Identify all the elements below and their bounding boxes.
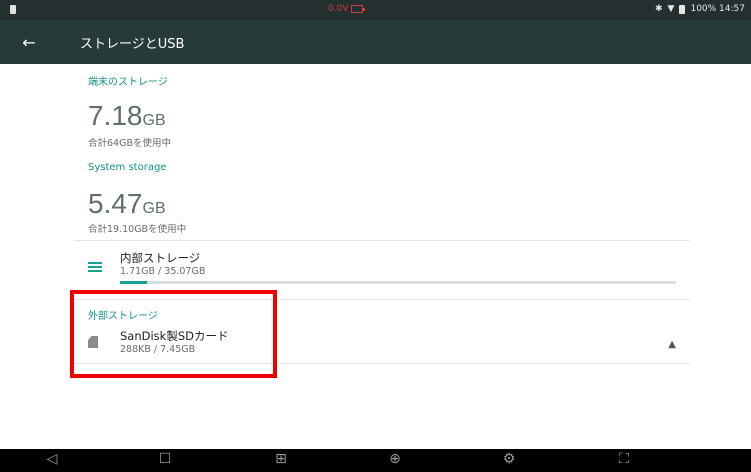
divider: [74, 363, 690, 364]
sd-card-row[interactable]: SanDisk製SDカード 288KB / 7.45GB ▲: [74, 321, 690, 363]
system-storage-caption: 合計19.10GBを使用中: [88, 224, 187, 235]
sim-icon: [10, 5, 16, 14]
app-toolbar: ← ストレージとUSB: [0, 20, 751, 64]
back-arrow-icon[interactable]: ←: [0, 20, 58, 64]
battery-time-text: 100% 14:57: [690, 4, 745, 14]
system-storage-used: 5.47GB: [88, 188, 166, 220]
external-storage-header: 外部ストレージ: [88, 311, 158, 322]
eject-icon[interactable]: ▲: [668, 339, 676, 350]
device-storage-used: 7.18GB: [88, 100, 166, 132]
nav-home-icon[interactable]: ☐: [153, 451, 177, 467]
nav-browser-icon[interactable]: ⊕: [383, 451, 407, 467]
nav-back-icon[interactable]: ◁: [40, 451, 64, 467]
internal-storage-usage: 1.71GB / 35.07GB: [120, 266, 206, 277]
storage-list-icon: [88, 262, 102, 273]
nav-apps-icon[interactable]: ⊞: [269, 451, 293, 467]
device-storage-unit: GB: [142, 112, 166, 129]
sd-card-icon: [88, 336, 98, 348]
wifi-icon: ▼: [667, 4, 675, 14]
bluetooth-icon: ✱: [655, 4, 663, 14]
internal-storage-progress-fill: [120, 281, 148, 284]
divider: [74, 299, 690, 300]
internal-storage-title: 内部ストレージ: [120, 251, 201, 265]
battery-icon: [679, 4, 686, 14]
device-storage-header: 端末のストレージ: [88, 77, 168, 88]
voltage-indicator: 0.0V: [328, 4, 366, 14]
voltage-text: 0.0V: [328, 4, 349, 14]
sd-card-title: SanDisk製SDカード: [120, 329, 229, 343]
car-battery-icon: [351, 5, 366, 13]
storage-content: 端末のストレージ 7.18GB 合計64GBを使用中 System storag…: [0, 64, 751, 449]
status-right: ✱ ▼ 100% 14:57: [655, 4, 745, 14]
nav-screenshot-icon[interactable]: ⛶: [612, 451, 636, 467]
system-storage-header: System storage: [88, 162, 167, 173]
status-bar: 0.0V ✱ ▼ 100% 14:57: [0, 0, 751, 20]
internal-storage-progress: [120, 281, 676, 284]
system-storage-value: 5.47: [88, 188, 143, 219]
system-storage-unit: GB: [142, 200, 166, 217]
device-storage-value: 7.18: [88, 100, 143, 131]
page-title: ストレージとUSB: [80, 36, 185, 52]
navigation-bar: ◁ ☐ ⊞ ⊕ ⚙ ⛶: [0, 449, 751, 472]
device-storage-caption: 合計64GBを使用中: [88, 138, 171, 149]
sd-card-usage: 288KB / 7.45GB: [120, 344, 196, 355]
nav-settings-icon[interactable]: ⚙: [497, 451, 521, 467]
